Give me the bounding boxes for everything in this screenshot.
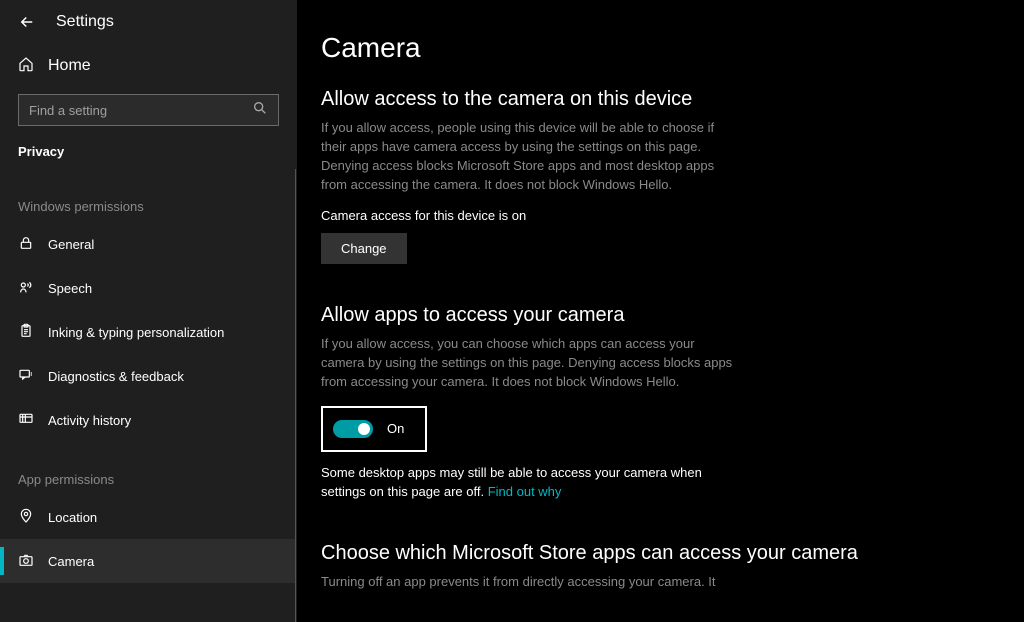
toggle-label: On	[387, 421, 404, 436]
apps-access-toggle[interactable]	[333, 420, 373, 438]
sidebar-item-location[interactable]: Location	[0, 495, 295, 539]
speech-icon	[18, 279, 34, 298]
sidebar-item-label: Location	[48, 510, 97, 525]
main-content: Camera Allow access to the camera on thi…	[297, 0, 1024, 622]
location-icon	[18, 508, 34, 527]
section-windows-permissions: Windows permissions	[0, 199, 295, 222]
change-button[interactable]: Change	[321, 233, 407, 264]
search-input[interactable]	[29, 103, 232, 118]
find-out-why-link[interactable]: Find out why	[488, 484, 562, 499]
sidebar-item-inking[interactable]: Inking & typing personalization	[0, 310, 295, 354]
sidebar-item-activity[interactable]: Activity history	[0, 398, 295, 442]
search-box[interactable]	[18, 94, 279, 126]
home-label: Home	[48, 57, 91, 75]
app-title: Settings	[56, 13, 114, 31]
camera-icon	[18, 552, 34, 571]
category-label: Privacy	[0, 136, 297, 169]
search-icon	[252, 100, 268, 121]
sidebar-item-camera[interactable]: Camera	[0, 539, 295, 583]
lock-icon	[18, 235, 34, 254]
note-text: Some desktop apps may still be able to a…	[321, 464, 741, 502]
sidebar-item-label: Inking & typing personalization	[48, 325, 224, 340]
sidebar-item-label: Speech	[48, 281, 92, 296]
back-icon[interactable]	[18, 13, 36, 31]
toggle-highlight-frame: On	[321, 406, 427, 452]
sidebar: Settings Home Privacy Windows permission…	[0, 0, 297, 622]
section-description: If you allow access, people using this d…	[321, 119, 741, 194]
section-description: If you allow access, you can choose whic…	[321, 335, 741, 392]
sidebar-list: Windows permissions General Speech Inkin…	[0, 169, 296, 622]
sidebar-item-label: Camera	[48, 554, 94, 569]
status-text: Camera access for this device is on	[321, 208, 1004, 223]
home-nav[interactable]: Home	[0, 44, 297, 88]
section-device-access: Allow access to the camera on this devic…	[321, 88, 1004, 264]
sidebar-item-general[interactable]: General	[0, 222, 295, 266]
section-description: Turning off an app prevents it from dire…	[321, 573, 741, 592]
activity-icon	[18, 411, 34, 430]
sidebar-item-label: Activity history	[48, 413, 131, 428]
home-icon	[18, 56, 34, 77]
page-title: Camera	[321, 32, 1004, 64]
sidebar-item-label: General	[48, 237, 94, 252]
section-choose-apps: Choose which Microsoft Store apps can ac…	[321, 542, 1004, 592]
section-heading: Allow apps to access your camera	[321, 304, 1004, 327]
sidebar-item-speech[interactable]: Speech	[0, 266, 295, 310]
section-heading: Allow access to the camera on this devic…	[321, 88, 1004, 111]
title-bar: Settings	[0, 0, 297, 44]
section-app-permissions: App permissions	[0, 472, 295, 495]
section-apps-access: Allow apps to access your camera If you …	[321, 304, 1004, 501]
feedback-icon	[18, 367, 34, 386]
section-heading: Choose which Microsoft Store apps can ac…	[321, 542, 1004, 565]
clipboard-icon	[18, 323, 34, 342]
sidebar-item-diagnostics[interactable]: Diagnostics & feedback	[0, 354, 295, 398]
sidebar-item-label: Diagnostics & feedback	[48, 369, 184, 384]
